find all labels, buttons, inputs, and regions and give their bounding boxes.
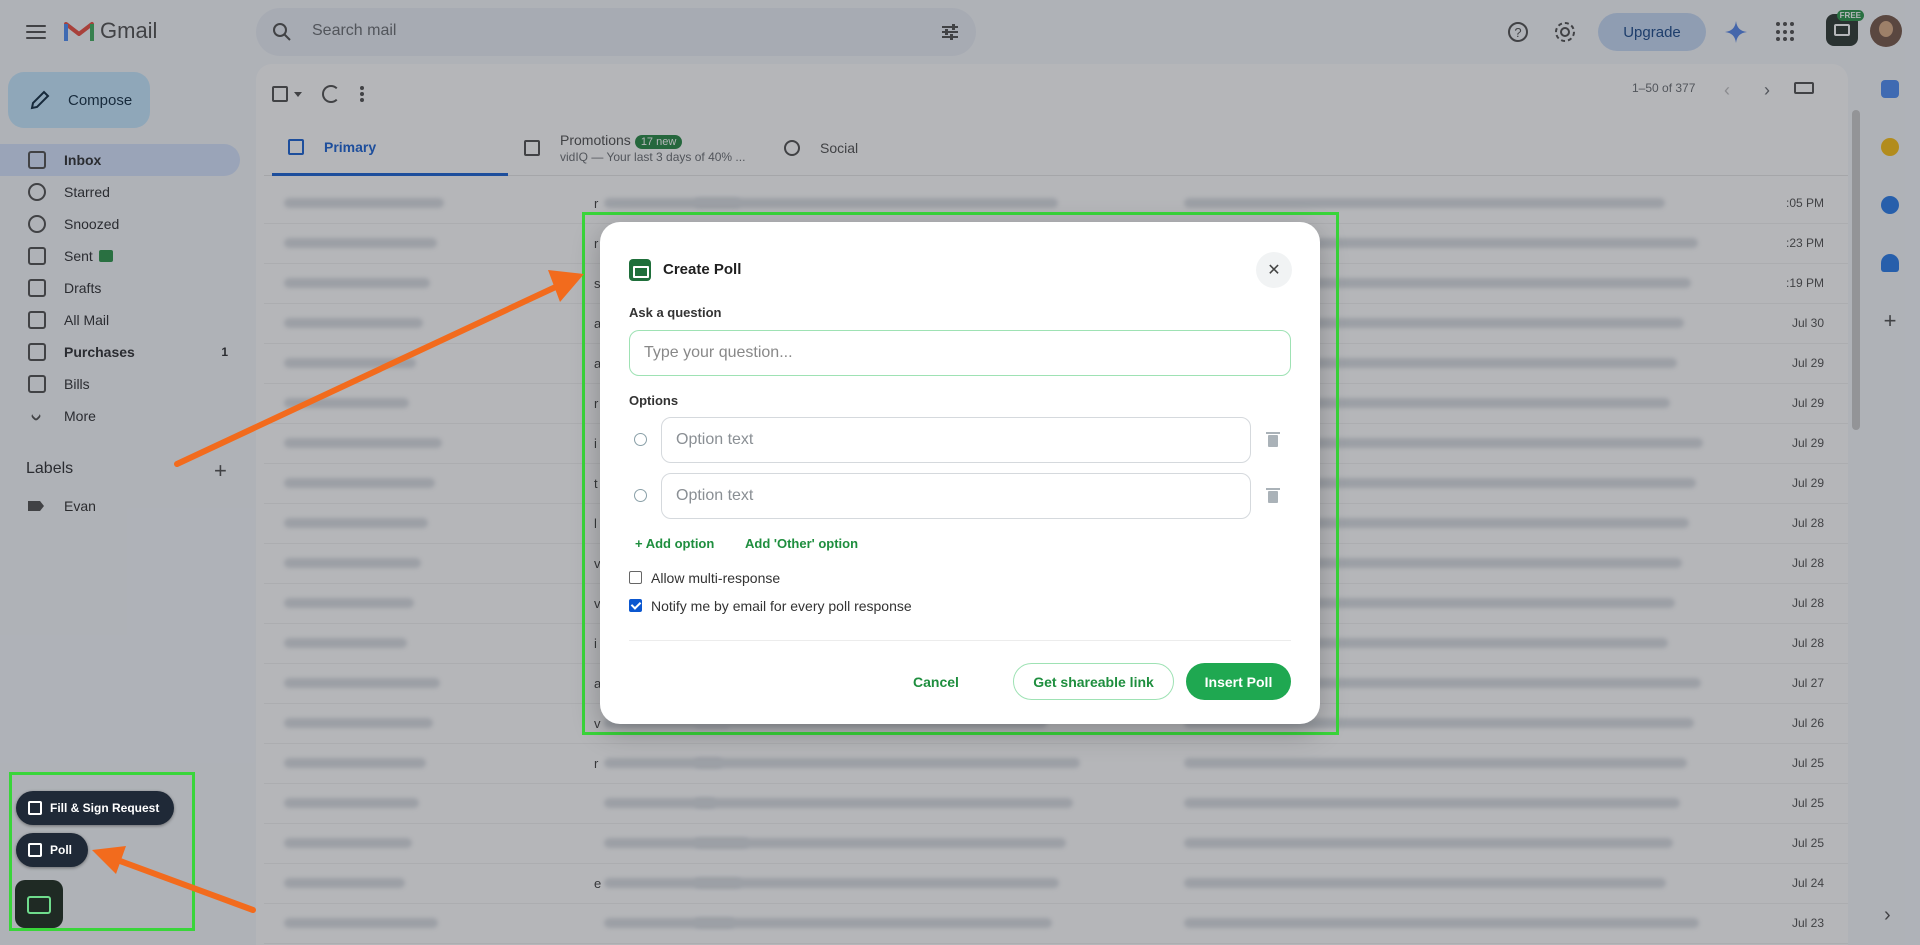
get-shareable-link-button[interactable]: Get shareable link xyxy=(1013,663,1174,700)
add-other-option-button[interactable]: Add 'Other' option xyxy=(745,536,858,551)
poll-app-icon xyxy=(629,259,651,281)
allow-multi-response-checkbox[interactable] xyxy=(629,571,642,584)
cancel-button[interactable]: Cancel xyxy=(913,674,959,690)
create-poll-dialog: Create Poll ✕ Ask a question Options + A… xyxy=(600,222,1320,724)
option-radio xyxy=(634,433,647,446)
option-input-1[interactable] xyxy=(661,417,1251,463)
poll-label: Poll xyxy=(50,843,73,857)
options-label: Options xyxy=(629,393,679,408)
question-label: Ask a question xyxy=(629,305,722,320)
notify-email-label: Notify me by email for every poll respon… xyxy=(651,598,912,614)
insert-poll-button[interactable]: Insert Poll xyxy=(1186,663,1291,700)
extension-launcher-button[interactable] xyxy=(15,880,63,928)
allow-multi-response-label: Allow multi-response xyxy=(651,570,781,586)
poll-button[interactable]: Poll xyxy=(16,833,88,867)
add-option-button[interactable]: + Add option xyxy=(635,536,714,551)
poll-icon xyxy=(28,843,42,857)
sign-icon xyxy=(28,801,42,815)
delete-option-icon[interactable] xyxy=(1266,488,1280,503)
question-input[interactable] xyxy=(629,330,1291,376)
option-input-2[interactable] xyxy=(661,473,1251,519)
fill-sign-label: Fill & Sign Request xyxy=(50,801,160,815)
fill-sign-request-button[interactable]: Fill & Sign Request xyxy=(16,791,174,825)
dialog-title: Create Poll xyxy=(663,261,742,278)
option-radio xyxy=(634,489,647,502)
divider xyxy=(629,640,1291,641)
delete-option-icon[interactable] xyxy=(1266,432,1280,447)
envelope-icon xyxy=(27,896,51,914)
close-icon[interactable]: ✕ xyxy=(1256,252,1292,288)
notify-email-checkbox[interactable] xyxy=(629,599,642,612)
